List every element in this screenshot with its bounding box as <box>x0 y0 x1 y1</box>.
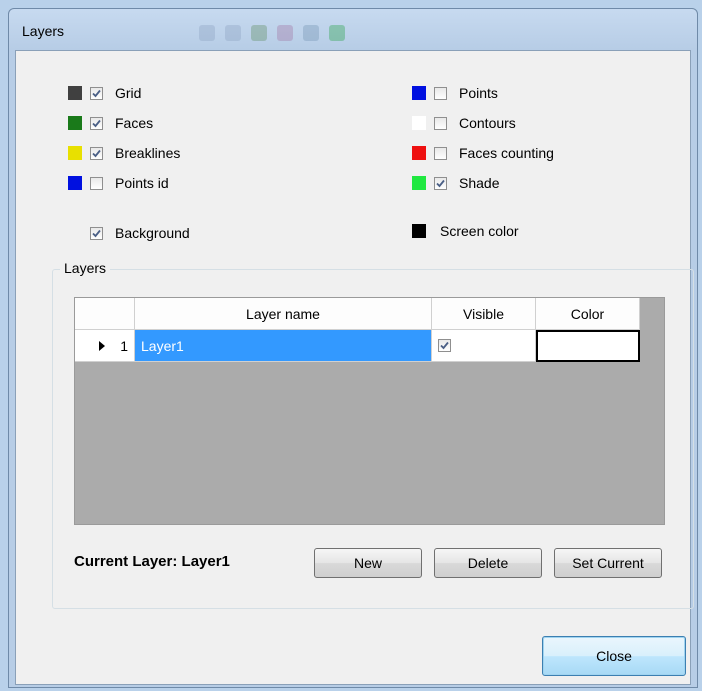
points-checkbox[interactable] <box>434 86 447 100</box>
current-row-arrow-icon <box>99 340 106 351</box>
option-points-id: Points id <box>68 173 169 193</box>
grid-checkbox[interactable] <box>90 86 103 100</box>
check-icon <box>92 229 101 237</box>
option-faces-counting: Faces counting <box>412 143 554 163</box>
screen-color-swatch[interactable] <box>412 224 426 238</box>
check-icon <box>92 89 101 97</box>
faces-counting-color-swatch[interactable] <box>412 146 426 160</box>
points-id-checkbox[interactable] <box>90 176 103 190</box>
points-id-label: Points id <box>115 175 169 191</box>
points-id-color-swatch[interactable] <box>68 176 82 190</box>
window-title: Layers <box>22 23 65 39</box>
titlebar-background-toolbar <box>199 25 345 41</box>
table-row[interactable]: 1 Layer1 <box>75 330 640 362</box>
background-label: Background <box>115 225 190 241</box>
visible-cell[interactable] <box>432 330 536 362</box>
shade-label: Shade <box>459 175 500 191</box>
toolbar-icon <box>199 25 215 41</box>
option-contours: Contours <box>412 113 516 133</box>
grid-color-swatch[interactable] <box>68 86 82 100</box>
breaklines-checkbox[interactable] <box>90 146 103 160</box>
toolbar-icon <box>277 25 293 41</box>
close-button[interactable]: Close <box>542 636 686 676</box>
toolbar-icon <box>303 25 319 41</box>
grid-corner-header[interactable] <box>75 298 135 330</box>
visible-checkbox[interactable] <box>438 339 451 352</box>
grid-header-row: Layer name Visible Color <box>75 298 640 330</box>
check-icon <box>92 119 101 127</box>
toolbar-icon <box>225 25 241 41</box>
faces-color-swatch[interactable] <box>68 116 82 130</box>
option-grid: Grid <box>68 83 141 103</box>
current-layer-label: Current Layer: Layer1 <box>74 553 230 570</box>
toolbar-icon <box>329 25 345 41</box>
row-header[interactable]: 1 <box>75 330 135 362</box>
shade-checkbox[interactable] <box>434 176 447 190</box>
option-shade: Shade <box>412 173 499 193</box>
contours-label: Contours <box>459 115 516 131</box>
layers-group-title: Layers <box>60 260 111 276</box>
option-screen-color: Screen color <box>412 221 519 241</box>
column-header-color[interactable]: Color <box>536 298 640 330</box>
new-button[interactable]: New <box>314 548 422 578</box>
check-icon <box>436 179 445 187</box>
faces-checkbox[interactable] <box>90 116 103 130</box>
dialog-client-area: Grid Faces Breaklines Points id Backgrou… <box>15 50 694 685</box>
option-faces: Faces <box>68 113 153 133</box>
layer-color-cell[interactable] <box>536 330 640 362</box>
layers-grid[interactable]: Layer name Visible Color 1 Layer1 <box>74 297 665 525</box>
grid-label: Grid <box>115 85 142 101</box>
points-color-swatch[interactable] <box>412 86 426 100</box>
screen-color-label: Screen color <box>440 223 519 239</box>
option-background: Background <box>90 223 190 243</box>
check-icon <box>92 149 101 157</box>
faces-label: Faces <box>115 115 154 131</box>
shade-color-swatch[interactable] <box>412 176 426 190</box>
toolbar-icon <box>251 25 267 41</box>
option-points: Points <box>412 83 498 103</box>
contours-checkbox[interactable] <box>434 116 447 130</box>
check-icon <box>440 341 449 350</box>
faces-counting-label: Faces counting <box>459 145 554 161</box>
faces-counting-checkbox[interactable] <box>434 146 447 160</box>
delete-button[interactable]: Delete <box>434 548 542 578</box>
breaklines-color-swatch[interactable] <box>68 146 82 160</box>
layer-name-cell[interactable]: Layer1 <box>135 330 432 362</box>
points-label: Points <box>459 85 498 101</box>
set-current-button[interactable]: Set Current <box>554 548 662 578</box>
layers-dialog: Layers Grid Faces Breaklines Points id B… <box>8 8 698 688</box>
contours-color-swatch[interactable] <box>412 116 426 130</box>
option-breaklines: Breaklines <box>68 143 180 163</box>
column-header-visible[interactable]: Visible <box>432 298 536 330</box>
row-index: 1 <box>120 337 128 354</box>
column-header-layer-name[interactable]: Layer name <box>135 298 432 330</box>
breaklines-label: Breaklines <box>115 145 181 161</box>
background-checkbox[interactable] <box>90 226 103 240</box>
